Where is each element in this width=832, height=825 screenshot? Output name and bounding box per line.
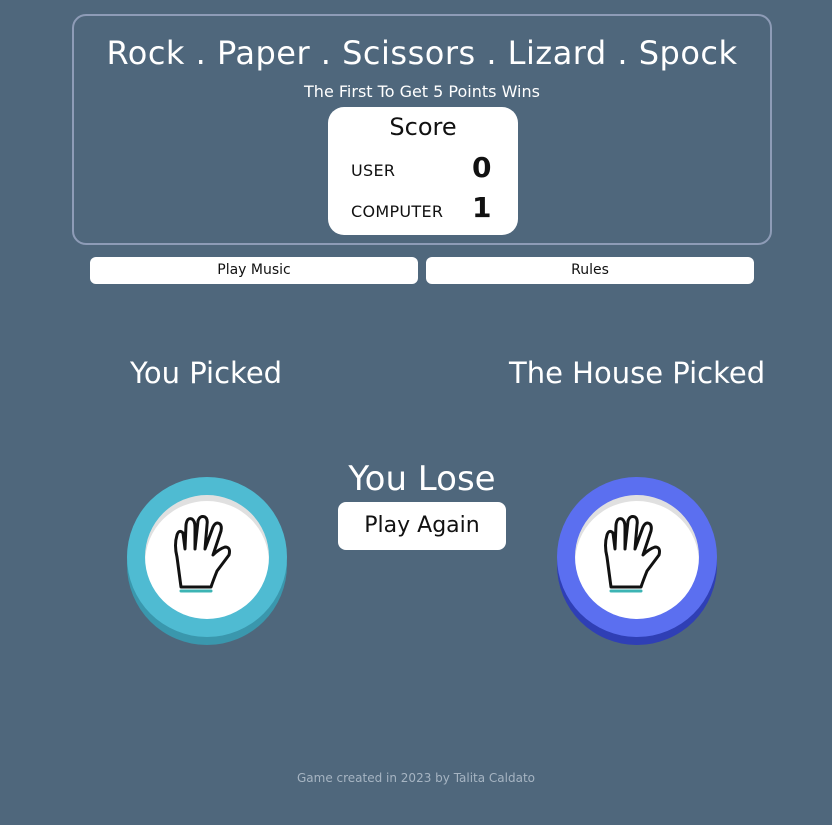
- result-text: You Lose: [348, 459, 496, 499]
- game-title: Rock . Paper . Scissors . Lizard . Spock: [106, 34, 738, 72]
- user-pick-token: [127, 477, 287, 645]
- computer-score-value: 1: [472, 191, 492, 224]
- computer-score-label: COMPUTER: [351, 202, 444, 221]
- game-subtitle: The First To Get 5 Points Wins: [304, 82, 540, 101]
- user-score-value: 0: [472, 151, 492, 184]
- game-page: Rock . Paper . Scissors . Lizard . Spock…: [0, 0, 832, 825]
- play-music-button[interactable]: Play Music: [90, 257, 418, 284]
- score-title: Score: [389, 113, 457, 141]
- you-picked-label: You Picked: [130, 356, 283, 390]
- house-pick-token: [557, 477, 717, 645]
- spock-hand-icon: [174, 515, 231, 593]
- rules-button[interactable]: Rules: [426, 257, 754, 284]
- house-picked-label: The House Picked: [509, 356, 766, 390]
- header-panel: Rock . Paper . Scissors . Lizard . Spock…: [72, 14, 772, 245]
- spock-hand-icon: [604, 515, 661, 593]
- footer-credit: Game created in 2023 by Talita Caldato: [296, 771, 536, 785]
- play-again-button[interactable]: Play Again: [338, 502, 506, 550]
- user-score-label: USER: [351, 161, 396, 180]
- scoreboard: Score USER 0 COMPUTER 1: [328, 107, 518, 235]
